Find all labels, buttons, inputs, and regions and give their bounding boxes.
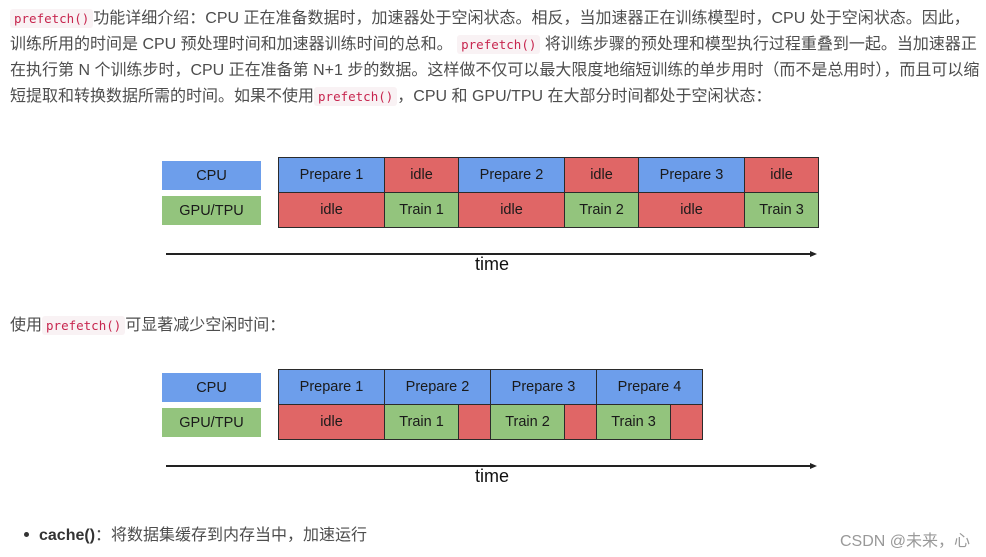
gpu-cell-gpu: Train 1 [384,404,459,440]
cache-bullet: cache()：将数据集缓存到内存当中，加速运行 [24,524,367,548]
watermark: CSDN @未来，心 [839,533,970,550]
gpu-cell-idle [564,404,597,440]
gpu-cell-gpu: Train 1 [384,192,459,228]
legend-cpu: CPU [162,373,261,402]
cpu-cell-idle: idle [744,157,819,193]
gpu-cell-gpu: Train 2 [490,404,565,440]
text-segment: 使用 [10,317,43,334]
cache-method-name: cache() [39,527,96,544]
time-axis-label: time [474,254,509,274]
gpu-cell-idle [670,404,703,440]
inline-code: prefetch() [10,9,94,28]
cpu-cell-cpu: Prepare 1 [278,157,385,193]
inline-code: prefetch() [42,316,126,335]
gpu-cell-gpu: Train 3 [744,192,819,228]
cpu-cell-idle: idle [564,157,639,193]
cpu-cell-cpu: Prepare 2 [384,369,491,405]
cpu-cell-cpu: Prepare 2 [458,157,565,193]
gpu-cell-idle: idle [278,192,385,228]
prefetch-paragraph: 使用 prefetch() 可显著减少空闲时间： [10,313,980,339]
legend-cpu: CPU [162,161,261,190]
gpu-cell-gpu: Train 2 [564,192,639,228]
inline-code: prefetch() [457,35,541,54]
gpu-cell-idle: idle [458,192,565,228]
cache-description: ：将数据集缓存到内存当中，加速运行 [95,527,368,544]
legend-gpu-tpu: GPU/TPU [162,408,261,437]
gpu-cell-gpu: Train 3 [596,404,671,440]
gpu-cell-idle [458,404,491,440]
time-axis-label: time [474,466,509,486]
arrow-right-icon [810,251,817,257]
text-segment: ，CPU 和 GPU/TPU 在大部分时间都处于空闲状态： [397,88,772,105]
text-segment: 可显著减少空闲时间： [125,317,286,334]
gpu-cell-idle: idle [278,404,385,440]
cpu-cell-cpu: Prepare 3 [638,157,745,193]
inline-code: prefetch() [314,87,398,106]
arrow-right-icon [810,463,817,469]
cpu-cell-cpu: Prepare 1 [278,369,385,405]
legend-gpu-tpu: GPU/TPU [162,196,261,225]
bullet-dot-icon [24,532,29,538]
cpu-cell-cpu: Prepare 3 [490,369,597,405]
cpu-cell-idle: idle [384,157,459,193]
gpu-cell-idle: idle [638,192,745,228]
intro-paragraph: prefetch() 功能详细介绍：CPU 正在准备数据时，加速器处于空闲状态。相… [10,6,980,110]
cpu-cell-cpu: Prepare 4 [596,369,703,405]
